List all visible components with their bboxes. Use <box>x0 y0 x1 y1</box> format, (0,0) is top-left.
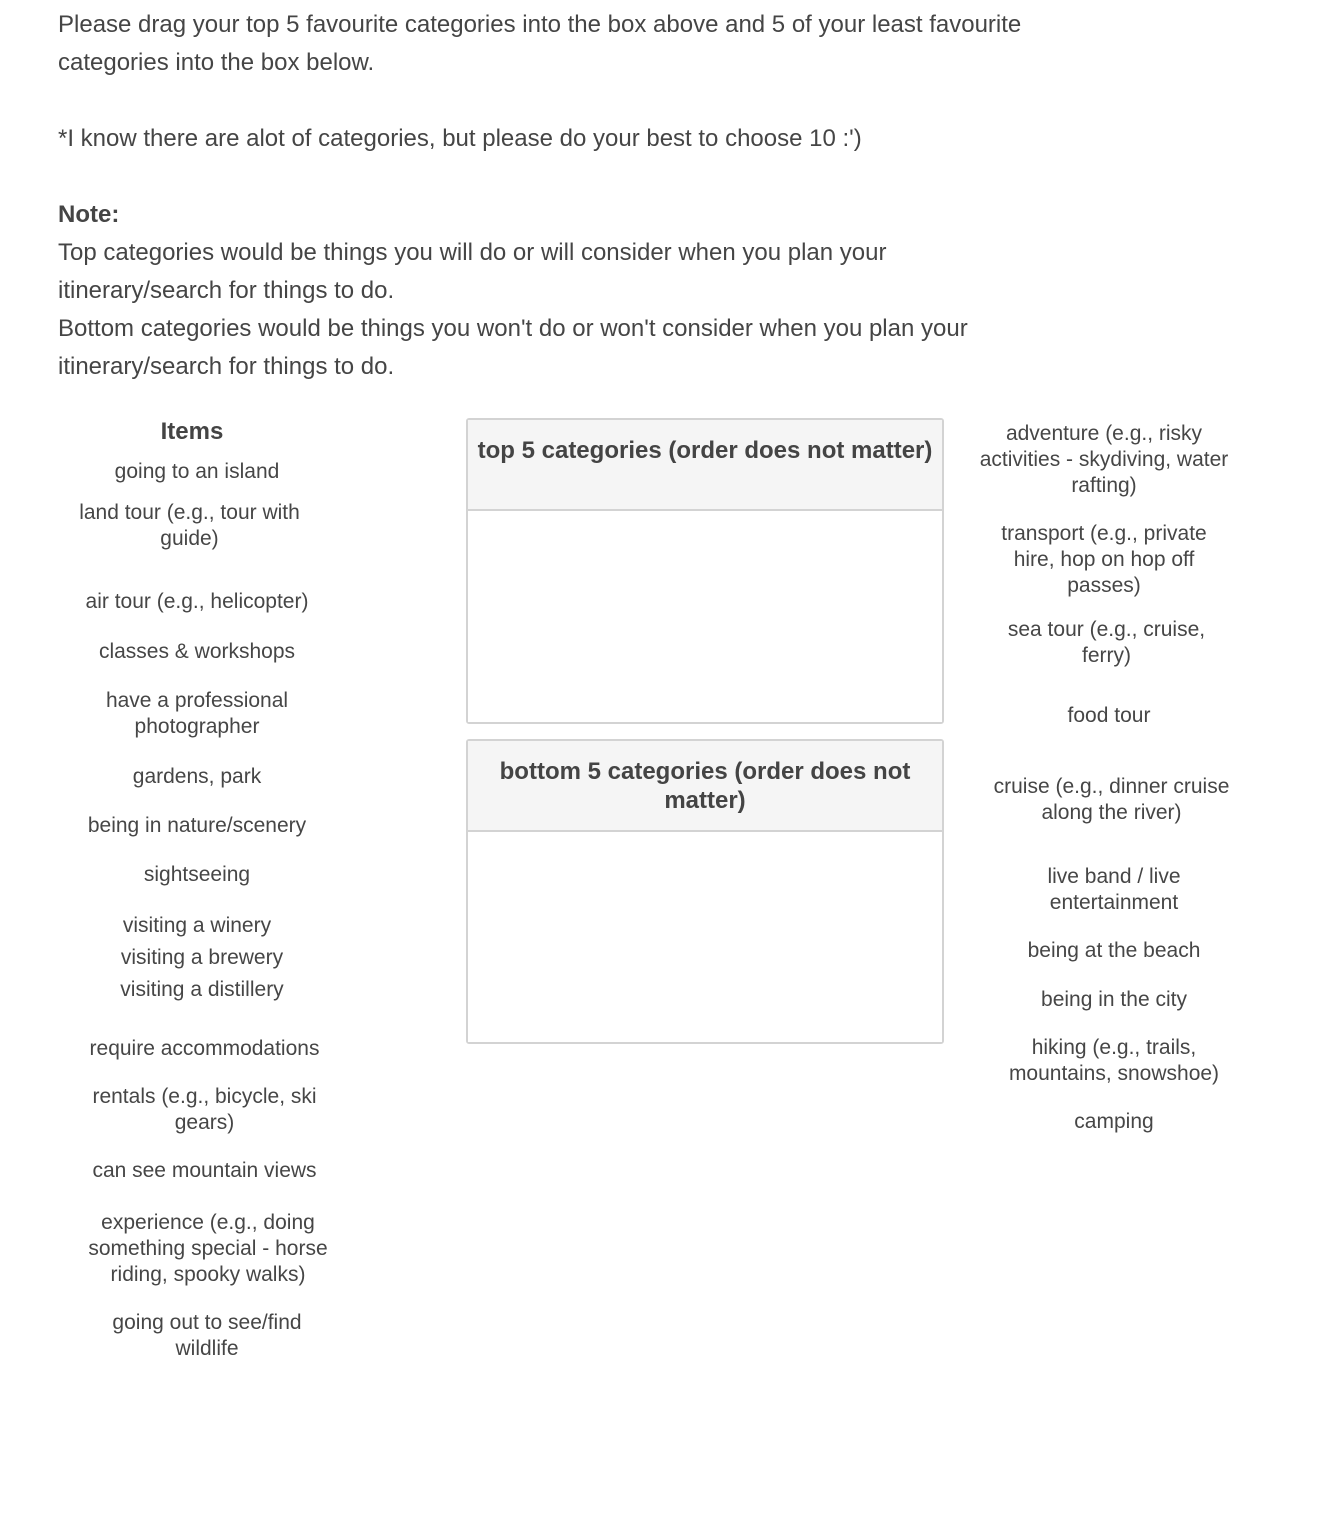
drag-item-adventure[interactable]: adventure (e.g., risky activities - skyd… <box>979 421 1229 499</box>
drag-item-transport[interactable]: transport (e.g., private hire, hop on ho… <box>984 521 1224 599</box>
note-line: Bottom categories would be things you wo… <box>58 315 968 342</box>
drag-item-sea-tour[interactable]: sea tour (e.g., cruise, ferry) <box>989 617 1224 669</box>
drag-item-city[interactable]: being in the city <box>1004 987 1224 1013</box>
drag-item-professional-photographer[interactable]: have a professional photographer <box>92 688 302 740</box>
drag-item-classes-workshops[interactable]: classes & workshops <box>82 639 312 665</box>
drag-item-experience[interactable]: experience (e.g., doing something specia… <box>77 1210 339 1288</box>
note-line: itinerary/search for things to do. <box>58 353 395 380</box>
drag-item-brewery[interactable]: visiting a brewery <box>92 945 312 971</box>
drag-item-rentals[interactable]: rentals (e.g., bicycle, ski gears) <box>77 1084 332 1136</box>
instruction-line: *I know there are alot of categories, bu… <box>58 125 862 152</box>
instructions: Please drag your top 5 favourite categor… <box>58 6 1158 386</box>
top-5-box-title: top 5 categories (order does not matter) <box>468 420 942 511</box>
bottom-5-drop-area[interactable] <box>468 832 942 1042</box>
top-5-dropbox[interactable]: top 5 categories (order does not matter) <box>466 418 944 724</box>
instruction-line: categories into the box below. <box>58 49 375 76</box>
drag-item-wildlife[interactable]: going out to see/find wildlife <box>97 1310 317 1362</box>
bottom-5-box-title: bottom 5 categories (order does not matt… <box>468 741 942 832</box>
note-heading: Note: <box>58 201 120 228</box>
drag-item-beach[interactable]: being at the beach <box>1004 938 1224 964</box>
drag-item-distillery[interactable]: visiting a distillery <box>92 977 312 1003</box>
drag-item-accommodations[interactable]: require accommodations <box>67 1036 342 1062</box>
drag-item-sightseeing[interactable]: sightseeing <box>92 862 302 888</box>
drag-item-land-tour[interactable]: land tour (e.g., tour with guide) <box>62 500 317 552</box>
drag-item-live-band[interactable]: live band / live entertainment <box>1009 864 1219 916</box>
note-line: itinerary/search for things to do. <box>58 277 395 304</box>
items-heading: Items <box>160 418 224 445</box>
drag-item-air-tour[interactable]: air tour (e.g., helicopter) <box>62 589 332 615</box>
drag-item-mountain-views[interactable]: can see mountain views <box>72 1158 337 1184</box>
drag-item-food-tour[interactable]: food tour <box>1009 703 1209 729</box>
top-5-drop-area[interactable] <box>468 511 942 722</box>
note-line: Top categories would be things you will … <box>58 239 887 266</box>
drag-item-hiking[interactable]: hiking (e.g., trails, mountains, snowsho… <box>989 1035 1239 1087</box>
drag-item-camping[interactable]: camping <box>1014 1109 1214 1135</box>
drag-item-nature-scenery[interactable]: being in nature/scenery <box>67 813 327 839</box>
bottom-5-dropbox[interactable]: bottom 5 categories (order does not matt… <box>466 739 944 1044</box>
instruction-line: Please drag your top 5 favourite categor… <box>58 11 1022 38</box>
drag-item-cruise[interactable]: cruise (e.g., dinner cruise along the ri… <box>979 774 1244 826</box>
drag-item-gardens-park[interactable]: gardens, park <box>92 764 302 790</box>
drag-item-winery[interactable]: visiting a winery <box>92 913 302 939</box>
drag-item-going-to-an-island[interactable]: going to an island <box>92 459 302 485</box>
